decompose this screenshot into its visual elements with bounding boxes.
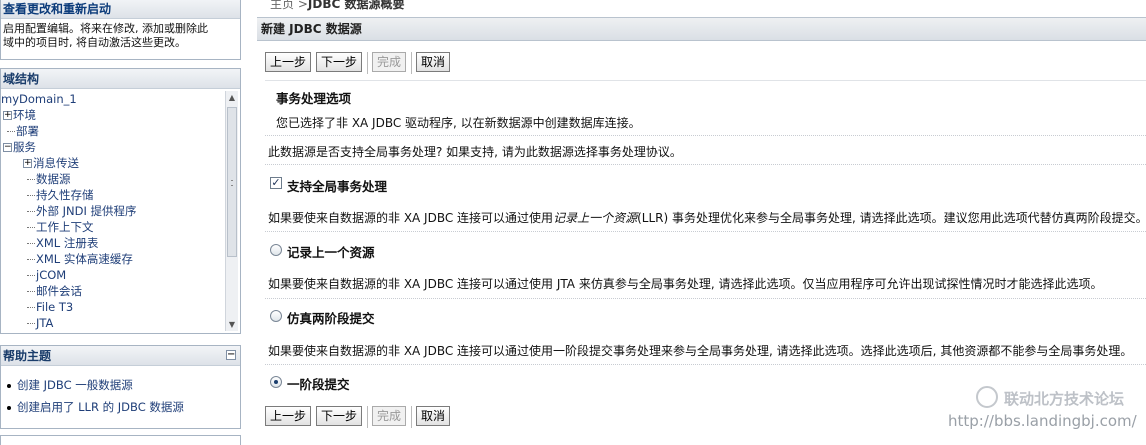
tree-connector [27,275,35,276]
tree-item-mail-sessions[interactable]: 邮件会话 [1,283,225,299]
separator [367,52,369,74]
emulate-two-phase-label[interactable]: 仿真两阶段提交 [287,308,375,327]
collapse-icon[interactable]: − [226,350,236,360]
one-phase-radio[interactable] [270,376,282,388]
change-center-title[interactable]: 查看更改和重新启动 [1,0,240,19]
page-title: 新建 JDBC 数据源 [257,17,1146,41]
forum-watermark: 联动北方技术论坛 http://bbs.landingbj.com/ [944,380,1144,440]
support-global-tx-label[interactable]: 支持全局事务处理 [287,176,387,195]
help-topics-label: 帮助主题 [3,349,52,363]
one-phase-description: 如果要使来自数据源的非 XA JDBC 连接可以通过使用一阶段提交事务处理来参与… [268,344,1133,358]
tree-item-data-sources[interactable]: 数据源 [1,171,225,187]
llr-italic-term: 记录上一个资源 [553,211,638,225]
divider [265,80,1146,81]
tree-scrollbar[interactable]: ▲ ▼ [225,91,238,331]
help-topics-title: 帮助主题 − [1,346,240,366]
section-title: 事务处理选项 [276,91,352,106]
scroll-down-icon[interactable]: ▼ [226,318,238,331]
tree-item-jcom[interactable]: jCOM [1,267,225,283]
domain-structure-title: 域结构 [1,69,240,89]
tree-item-jta[interactable]: JTA [1,315,225,331]
cancel-button[interactable]: 取消 [416,406,451,426]
help-topics-list: 创建 JDBC 一般数据源 创建启用了 LLR 的 JDBC 数据源 [1,374,240,418]
tree-item-persistent-stores[interactable]: 持久性存储 [1,187,225,203]
tree-item-deployments[interactable]: 部署 [1,123,225,139]
one-phase-label[interactable]: 一阶段提交 [287,374,350,393]
watermark-logo-icon [976,386,998,408]
tree-item-foreign-jndi[interactable]: 外部 JNDI 提供程序 [1,203,225,219]
watermark-url: http://bbs.landingbj.com/ [948,412,1137,430]
finish-button[interactable]: 完成 [372,52,407,72]
tree-item-environment[interactable]: +环境 [1,107,225,123]
tree-item-mydomain[interactable]: myDomain_1 [1,91,225,107]
global-tx-question: 此数据源是否支持全局事务处理? 如果支持, 请为此数据源选择事务处理协议。 [268,145,682,159]
change-center-text: 启用配置编辑。将来在修改, 添加或删除此 域中的项目时, 将自动激活这些更改。 [1,19,240,53]
divider [265,298,1146,299]
breadcrumb: 主页 >JDBC 数据源概要 [270,0,405,11]
tree-connector [27,243,35,244]
tree-connector [27,259,35,260]
tree-connector [27,195,35,196]
section-description: 您已选择了非 XA JDBC 驱动程序, 以在新数据源中创建数据库连接。 [276,116,641,130]
next-button[interactable]: 下一步 [316,406,363,426]
support-global-tx-checkbox[interactable]: ✓ [270,177,282,189]
tree-connector [27,179,35,180]
llr-description: 如果要使来自数据源的非 XA JDBC 连接可以通过使用记录上一个资源(LLR)… [268,211,1146,225]
tree-connector [27,211,35,212]
divider [265,231,1146,232]
change-center-line-1: 启用配置编辑。将来在修改, 添加或删除此 [3,22,208,35]
domain-tree: myDomain_1 +环境 部署 −服务 +消息传送 数据源 持久性存储 外部… [1,91,225,331]
separator [367,406,369,428]
tree-item-xml-entity-caches[interactable]: XML 实体高速缓存 [1,251,225,267]
scroll-thumb[interactable] [227,107,237,257]
help-link-create-generic-ds[interactable]: 创建 JDBC 一般数据源 [1,374,240,396]
llr-radio-label[interactable]: 记录上一个资源 [287,242,375,261]
tree-item-work-context[interactable]: 工作上下文 [1,219,225,235]
bullet-icon [7,405,11,410]
change-center-line-2: 域中的项目时, 将自动激活这些更改。 [3,36,186,49]
breadcrumb-home[interactable]: 主页 [270,0,294,11]
domain-structure-panel: 域结构 myDomain_1 +环境 部署 −服务 +消息传送 数据源 持久性存… [0,68,241,334]
back-button[interactable]: 上一步 [265,52,312,72]
help-topics-panel: 帮助主题 − 创建 JDBC 一般数据源 创建启用了 LLR 的 JDBC 数据… [0,345,241,429]
tree-connector [27,291,35,292]
separator [411,406,413,428]
change-center-panel: 查看更改和重新启动 启用配置编辑。将来在修改, 添加或删除此 域中的项目时, 将… [0,0,241,60]
tree-connector [27,227,35,228]
bottom-button-row: 上一步 下一步 完成 取消 [265,406,455,428]
expand-icon[interactable]: + [3,111,12,120]
llr-radio[interactable] [270,244,282,256]
scroll-up-icon[interactable]: ▲ [226,91,238,104]
tree-connector [7,131,15,132]
divider [265,164,1146,165]
jta-emulate-description: 如果要使来自数据源的非 XA JDBC 连接可以通过使用 JTA 来仿真参与全局… [268,277,1103,291]
help-link-create-llr-ds[interactable]: 创建启用了 LLR 的 JDBC 数据源 [1,396,240,418]
top-button-row: 上一步 下一步 完成 取消 [265,52,455,74]
next-panel-edge [0,435,241,445]
left-sidebar: 查看更改和重新启动 启用配置编辑。将来在修改, 添加或删除此 域中的项目时, 将… [0,0,243,445]
breadcrumb-current[interactable]: JDBC 数据源概要 [308,0,405,11]
breadcrumb-separator: > [294,0,308,11]
tree-item-xml-registries[interactable]: XML 注册表 [1,235,225,251]
collapse-icon[interactable]: − [3,143,12,152]
emulate-two-phase-radio[interactable] [270,310,282,322]
cancel-button[interactable]: 取消 [416,52,451,72]
divider [265,364,1146,365]
tree-item-messaging[interactable]: +消息传送 [1,155,225,171]
tree-connector [27,307,35,308]
tree-item-services[interactable]: −服务 [1,139,225,155]
bullet-icon [7,383,11,388]
tree-connector [27,323,35,324]
tree-item-file-t3[interactable]: File T3 [1,299,225,315]
finish-button[interactable]: 完成 [372,406,407,426]
expand-icon[interactable]: + [23,159,32,168]
back-button[interactable]: 上一步 [265,406,312,426]
watermark-name: 联动北方技术论坛 [1004,390,1125,408]
separator [411,52,413,74]
next-button[interactable]: 下一步 [316,52,363,72]
grip-icon [231,180,233,186]
divider [265,135,1146,136]
